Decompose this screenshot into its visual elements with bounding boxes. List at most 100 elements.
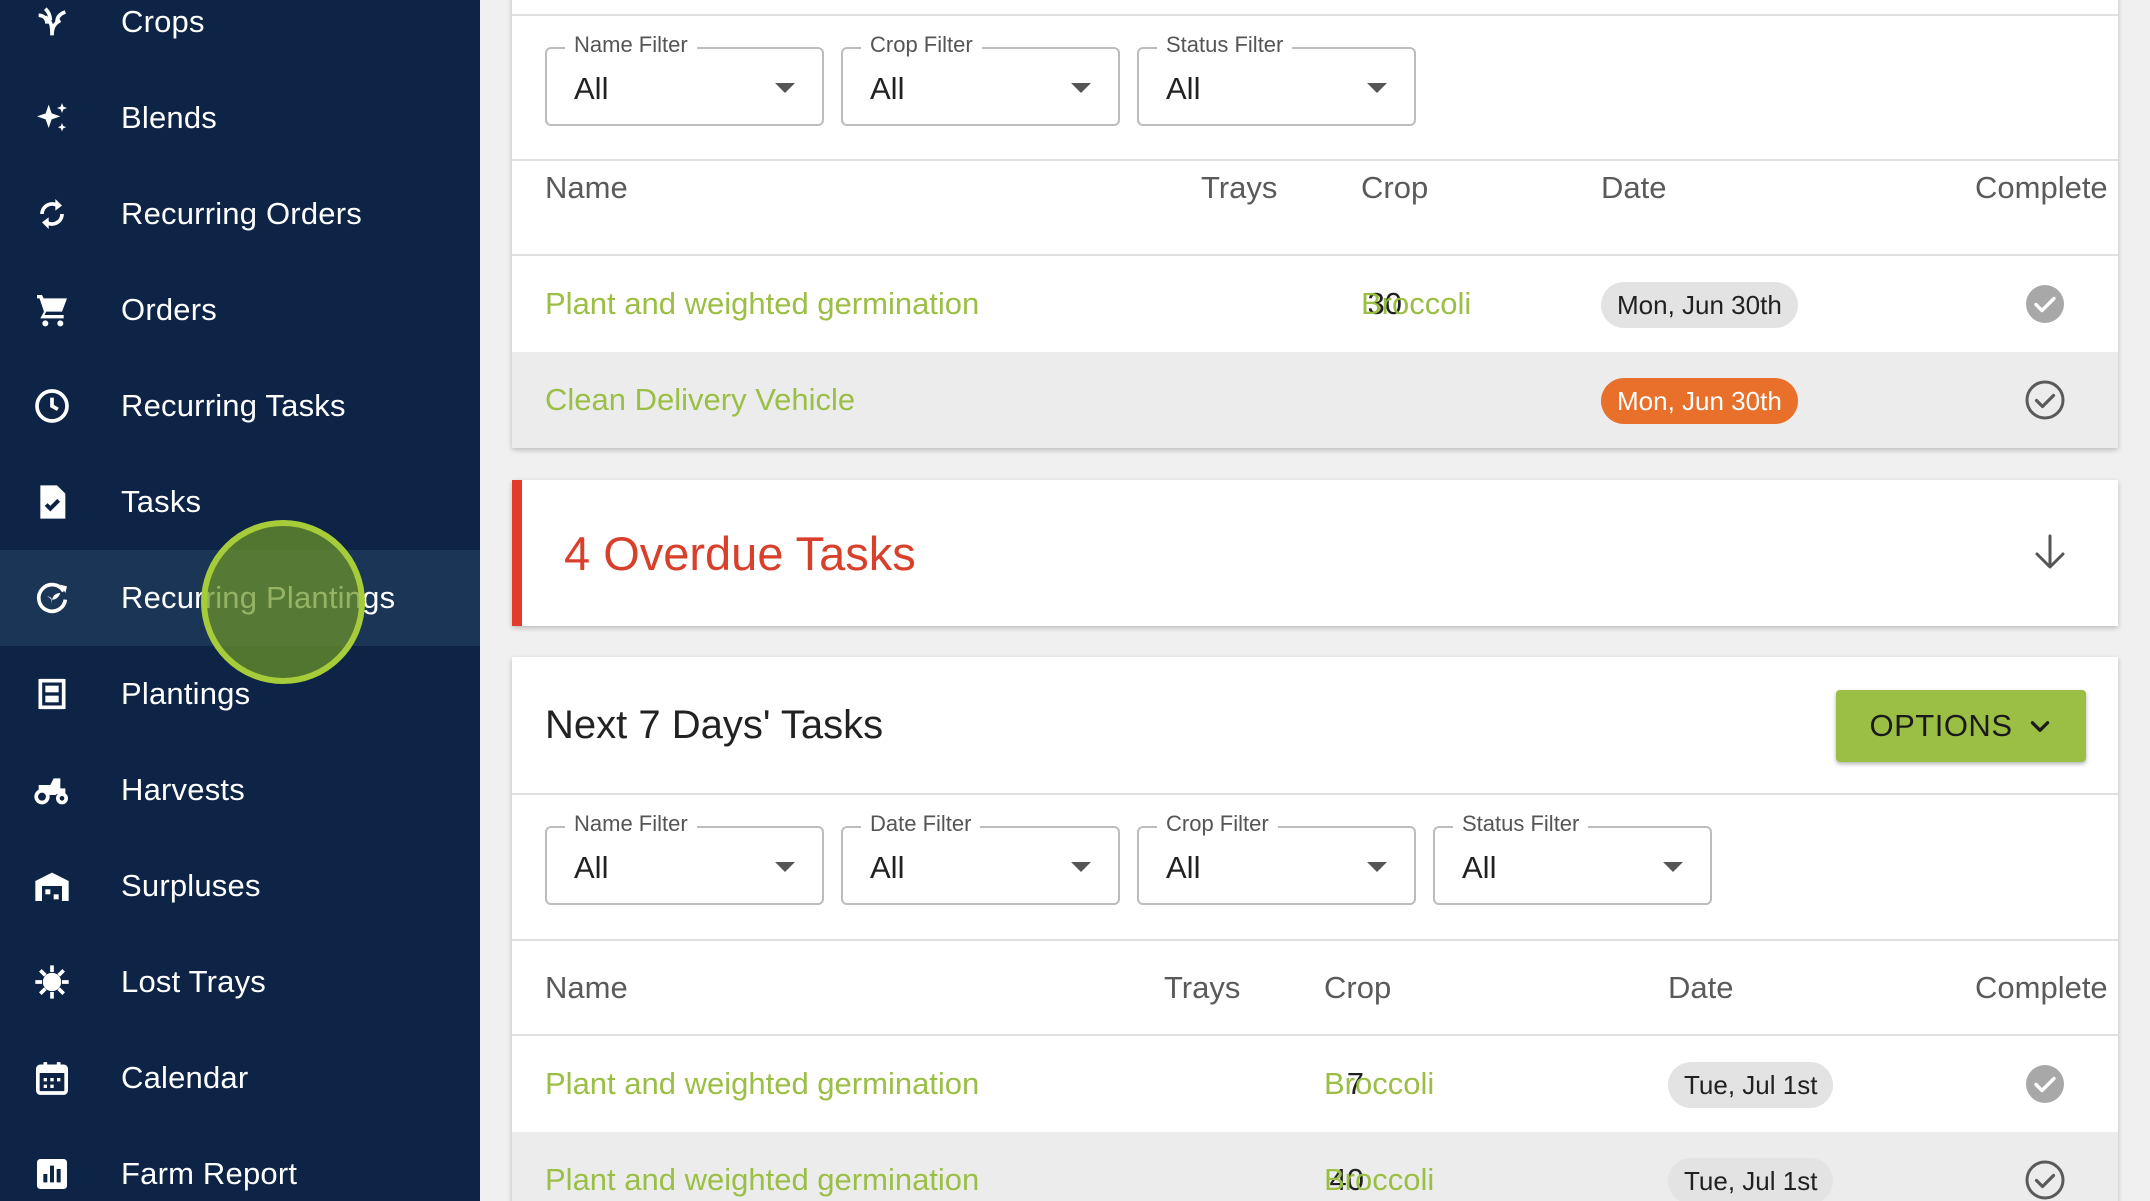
next-7-days-card: Next 7 Days' Tasks OPTIONS Name Filter A…	[512, 657, 2118, 1201]
name-filter[interactable]: Name Filter All	[545, 32, 824, 126]
column-header-trays[interactable]: Trays	[1201, 170, 1277, 206]
table-row: Clean Delivery Vehicle Mon, Jun 30th	[512, 352, 2118, 448]
sidebar-item-orders[interactable]: Orders	[0, 262, 480, 358]
sidebar-item-lost-trays[interactable]: Lost Trays	[0, 934, 480, 1030]
date-filter[interactable]: Date Filter All	[841, 811, 1120, 905]
divider	[512, 159, 2118, 161]
filter-label: Crop Filter	[861, 32, 982, 58]
warehouse-icon	[30, 864, 74, 908]
column-header-name[interactable]: Name	[545, 170, 628, 206]
sidebar-item-recurring-orders[interactable]: Recurring Orders	[0, 166, 480, 262]
column-header-crop[interactable]: Crop	[1361, 170, 1428, 206]
filter-value: All	[870, 71, 905, 106]
divider	[512, 793, 2118, 795]
complete-check-outline-icon[interactable]	[2025, 380, 2065, 420]
crop-filter[interactable]: Crop Filter All	[841, 32, 1120, 126]
status-filter[interactable]: Status Filter All	[1137, 32, 1416, 126]
complete-check-outline-icon[interactable]	[2025, 1160, 2065, 1200]
date-chip: Tue, Jul 1st	[1668, 1158, 1834, 1201]
dropdown-caret-icon	[1071, 83, 1091, 93]
tractor-icon	[30, 768, 74, 812]
sidebar-item-label: Lost Trays	[121, 964, 266, 999]
table-row: Plant and weighted germination 7 Broccol…	[512, 1036, 2118, 1132]
sidebar-item-label: Recurring Tasks	[121, 388, 346, 423]
table-row: Plant and weighted germination 30 Brocco…	[512, 256, 2118, 352]
column-header-name[interactable]: Name	[545, 970, 628, 1006]
recurring-planting-icon	[30, 576, 74, 620]
complete-check-icon[interactable]	[2025, 284, 2065, 324]
filter-label: Status Filter	[1453, 811, 1589, 837]
virus-icon	[30, 960, 74, 1004]
sidebar-item-tasks[interactable]: Tasks	[0, 454, 480, 550]
sidebar: Crops Blends Recurring Orders Orders Rec…	[0, 0, 480, 1201]
options-button-label: OPTIONS	[1869, 708, 2013, 743]
task-name-link[interactable]: Plant and weighted germination	[545, 1036, 979, 1132]
dropdown-caret-icon	[775, 83, 795, 93]
filter-value: All	[870, 850, 905, 885]
filter-value: All	[574, 850, 609, 885]
dropdown-caret-icon	[1367, 862, 1387, 872]
overdue-tasks-card[interactable]: 4 Overdue Tasks	[512, 480, 2118, 626]
filter-value: All	[1462, 850, 1497, 885]
bar-chart-icon	[30, 1152, 74, 1196]
task-file-icon	[30, 480, 74, 524]
filter-label: Name Filter	[565, 811, 697, 837]
filter-value: All	[1166, 850, 1201, 885]
sidebar-item-plantings[interactable]: Plantings	[0, 646, 480, 742]
crop-link[interactable]: Broccoli	[1324, 1132, 1434, 1201]
clock-icon	[30, 384, 74, 428]
column-header-date[interactable]: Date	[1668, 970, 1733, 1006]
today-tasks-card: Name Filter All Crop Filter All Status F…	[512, 0, 2118, 448]
overdue-tasks-title: 4 Overdue Tasks	[564, 526, 916, 580]
main-content: Name Filter All Crop Filter All Status F…	[480, 0, 2150, 1201]
dropdown-caret-icon	[1663, 862, 1683, 872]
column-header-complete[interactable]: Complete	[1975, 970, 2108, 1006]
sidebar-item-label: Tasks	[121, 484, 202, 519]
sidebar-item-label: Calendar	[121, 1060, 249, 1095]
task-name-link[interactable]: Clean Delivery Vehicle	[545, 352, 855, 448]
crop-link[interactable]: Broccoli	[1361, 256, 1471, 352]
sparkle-icon	[30, 96, 74, 140]
filter-value: All	[1166, 71, 1201, 106]
filter-value: All	[574, 71, 609, 106]
column-header-complete[interactable]: Complete	[1975, 170, 2108, 206]
filter-label: Name Filter	[565, 32, 697, 58]
crop-filter[interactable]: Crop Filter All	[1137, 811, 1416, 905]
name-filter[interactable]: Name Filter All	[545, 811, 824, 905]
sidebar-item-blends[interactable]: Blends	[0, 70, 480, 166]
sidebar-item-surpluses[interactable]: Surpluses	[0, 838, 480, 934]
sidebar-item-harvests[interactable]: Harvests	[0, 742, 480, 838]
sync-icon	[30, 192, 74, 236]
crop-link[interactable]: Broccoli	[1324, 1036, 1434, 1132]
dropdown-caret-icon	[1071, 862, 1091, 872]
sidebar-item-label: Recurring Plantings	[121, 580, 396, 615]
sidebar-item-crops[interactable]: Crops	[0, 0, 480, 70]
sidebar-item-recurring-tasks[interactable]: Recurring Tasks	[0, 358, 480, 454]
sidebar-item-calendar[interactable]: Calendar	[0, 1030, 480, 1126]
column-header-date[interactable]: Date	[1601, 170, 1666, 206]
date-chip: Tue, Jul 1st	[1668, 1062, 1834, 1108]
column-header-crop[interactable]: Crop	[1324, 970, 1391, 1006]
cart-icon	[30, 288, 74, 332]
arrow-down-icon[interactable]	[2030, 532, 2070, 572]
sidebar-item-recurring-plantings[interactable]: Recurring Plantings	[0, 550, 480, 646]
sidebar-item-label: Recurring Orders	[121, 196, 362, 231]
section-title: Next 7 Days' Tasks	[545, 702, 884, 747]
complete-check-icon[interactable]	[2025, 1064, 2065, 1104]
task-name-link[interactable]: Plant and weighted germination	[545, 256, 979, 352]
options-button[interactable]: OPTIONS	[1836, 690, 2086, 762]
filter-label: Status Filter	[1157, 32, 1293, 58]
tray-rack-icon	[30, 672, 74, 716]
task-name-link[interactable]: Plant and weighted germination	[545, 1132, 979, 1201]
dropdown-caret-icon	[775, 862, 795, 872]
divider	[512, 14, 2118, 16]
sidebar-item-label: Farm Report	[121, 1156, 298, 1191]
sidebar-item-label: Plantings	[121, 676, 251, 711]
sidebar-item-label: Harvests	[121, 772, 245, 807]
sidebar-item-label: Crops	[121, 4, 205, 39]
filter-label: Date Filter	[861, 811, 981, 837]
column-header-trays[interactable]: Trays	[1164, 970, 1240, 1006]
status-filter[interactable]: Status Filter All	[1433, 811, 1712, 905]
sidebar-item-farm-report[interactable]: Farm Report	[0, 1126, 480, 1201]
date-chip: Mon, Jun 30th	[1601, 282, 1798, 328]
